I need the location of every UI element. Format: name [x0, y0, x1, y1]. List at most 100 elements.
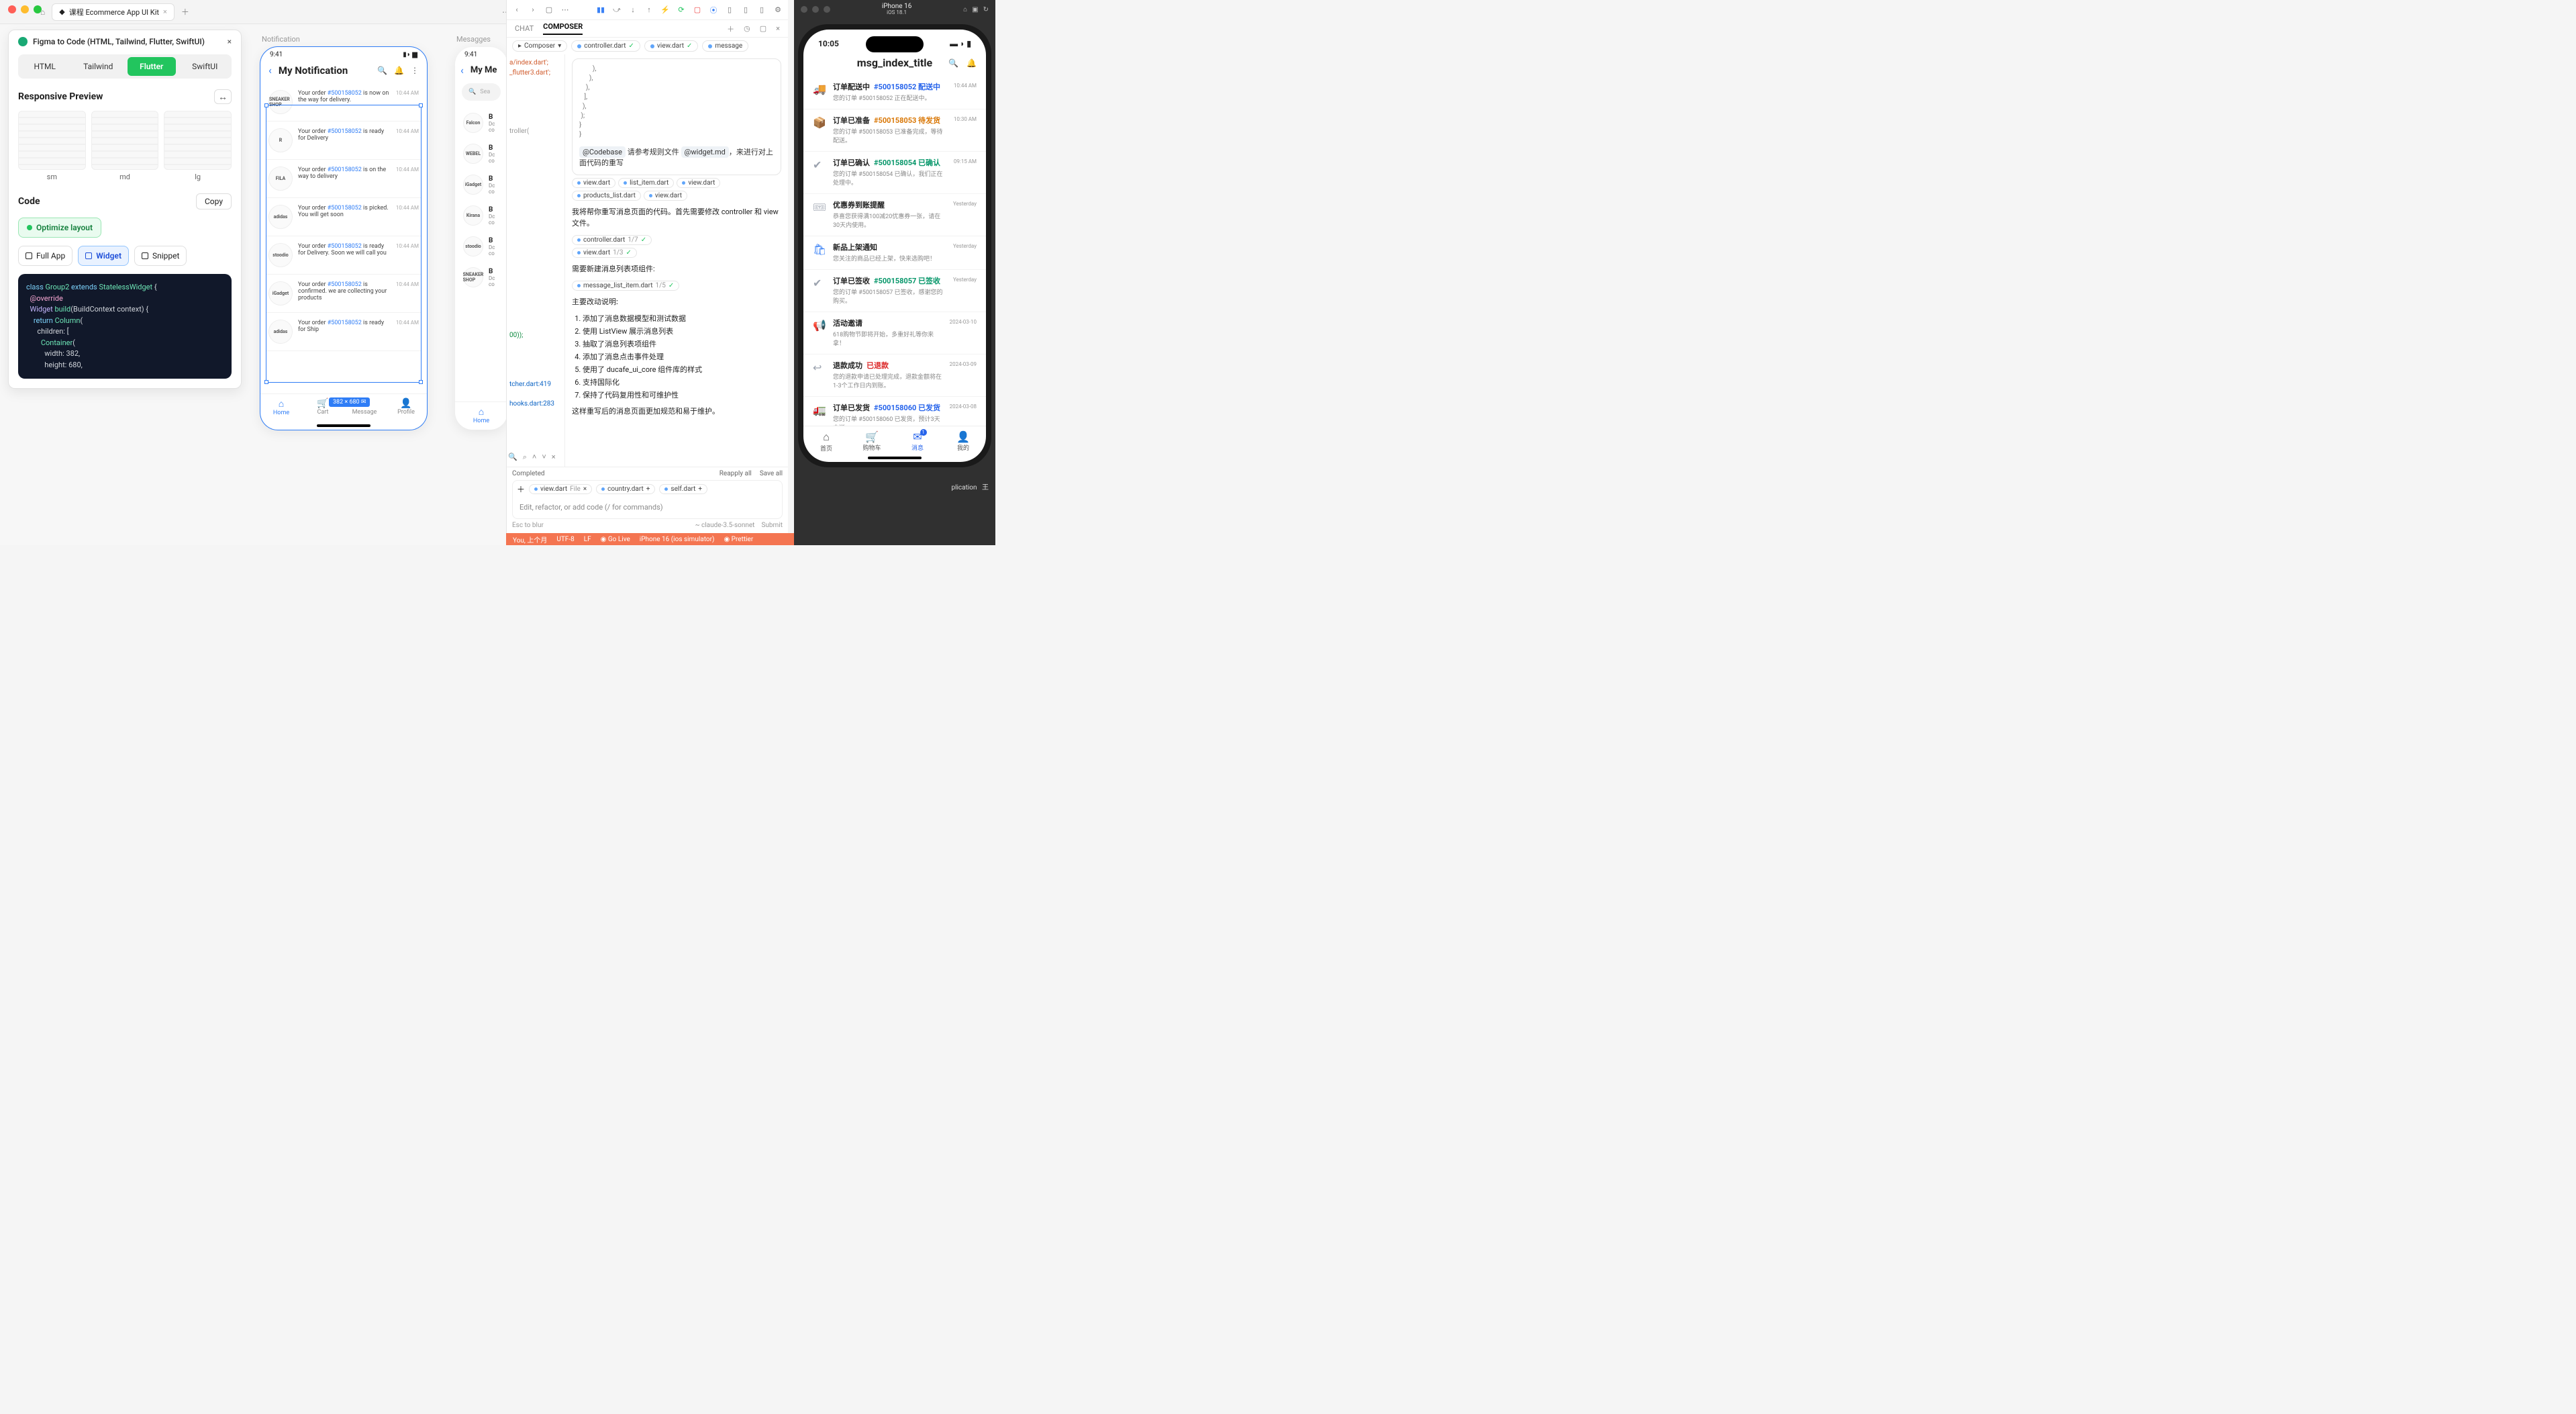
window-traffic-lights[interactable]: [8, 5, 42, 13]
model-selector[interactable]: ~ claude-3.5-sonnet: [695, 522, 755, 529]
message-item[interactable]: iGadgetBDc co: [455, 169, 507, 200]
save-all-button[interactable]: Save all: [760, 470, 783, 477]
traffic-dot[interactable]: [812, 6, 819, 13]
debug-step-over-icon[interactable]: ⤻: [612, 5, 622, 15]
search-icon[interactable]: 🔍: [508, 453, 517, 462]
nav-home[interactable]: ⌂首页: [803, 430, 849, 453]
case-icon[interactable]: ⌕: [523, 453, 527, 462]
sidebar-icon[interactable]: ▢: [544, 5, 554, 14]
zoom-dot[interactable]: [34, 5, 42, 13]
tab-composer[interactable]: COMPOSER: [543, 22, 583, 35]
status-golive[interactable]: ◉ Go Live: [601, 536, 630, 543]
back-icon[interactable]: ‹: [460, 64, 464, 77]
sim-message-item[interactable]: 🛍新品上架通知您关注的商品已经上架，快来选购吧！Yesterday: [803, 236, 986, 270]
file-chip[interactable]: products_list.dart: [572, 191, 641, 201]
sim-message-item[interactable]: 📢活动邀请618购物节即将开始，多重好礼等你来拿！2024-03-10: [803, 312, 986, 355]
lang-tab-html[interactable]: HTML: [21, 57, 69, 76]
mention-widget[interactable]: @widget.md: [681, 146, 729, 158]
preview-md[interactable]: md: [91, 111, 159, 181]
preview-sm[interactable]: sm: [18, 111, 86, 181]
scope-widget[interactable]: Widget: [78, 246, 129, 266]
design-frame-notification[interactable]: 9:41▮◗ ▆ ‹ My Notification 🔍 🔔 ⋮ SNEAKER…: [260, 47, 427, 430]
more-icon[interactable]: ⋮: [411, 66, 419, 75]
plus-icon[interactable]: ＋: [727, 23, 734, 34]
debug-stop-icon[interactable]: ▢: [693, 5, 702, 14]
gear-icon[interactable]: ⚙: [773, 5, 783, 14]
composer-input[interactable]: Edit, refactor, or add code (/ for comma…: [517, 499, 778, 516]
file-step-chip[interactable]: controller.dart 1/7 ✓: [572, 235, 652, 245]
lang-tab-tailwind[interactable]: Tailwind: [75, 57, 123, 76]
nav-me[interactable]: 👤我的: [940, 430, 986, 453]
copy-button[interactable]: Copy: [196, 193, 232, 209]
message-item[interactable]: stoodioBDc co: [455, 231, 507, 262]
message-item[interactable]: KiranaBDc co: [455, 200, 507, 231]
sim-message-item[interactable]: 📦订单已准备#500158053 待发货您的订单 #500158053 已准备完…: [803, 109, 986, 152]
devtools-icon[interactable]: ⦿: [709, 5, 718, 15]
status-git[interactable]: You, 上个月: [513, 534, 547, 545]
debug-restart-icon[interactable]: ⚡: [660, 5, 670, 14]
nav-home[interactable]: ⌂Home: [455, 406, 507, 424]
nav-fwd-icon[interactable]: ›: [528, 5, 538, 14]
minimize-dot[interactable]: [21, 5, 29, 13]
search-icon[interactable]: 🔍: [377, 66, 387, 75]
file-chip[interactable]: controller.dart✓: [571, 40, 640, 52]
plus-icon[interactable]: +: [646, 485, 650, 493]
scope-full-app[interactable]: Full App: [18, 246, 72, 266]
bell-icon[interactable]: 🔔: [394, 66, 404, 75]
sim-message-item[interactable]: 🚚订单配送中#500158052 配送中您的订单 #500158052 正在配送…: [803, 76, 986, 109]
sim-message-item[interactable]: ✔订单已签收#500158057 已签收您的订单 #500158057 已签收，…: [803, 270, 986, 312]
home-indicator[interactable]: [868, 457, 922, 459]
file-chip[interactable]: view.dart File ×: [529, 484, 592, 494]
debug-step-out-icon[interactable]: ↑: [644, 5, 654, 14]
close-icon[interactable]: ×: [163, 7, 167, 16]
close-dot[interactable]: [8, 5, 16, 13]
debug-step-in-icon[interactable]: ↓: [628, 5, 638, 14]
submit-button[interactable]: Submit: [761, 522, 783, 529]
chevron-down-icon[interactable]: ▾: [558, 42, 561, 50]
status-eol[interactable]: LF: [584, 536, 591, 543]
message-item[interactable]: SNEAKER SHOPBDc co: [455, 262, 507, 293]
status-prettier[interactable]: ◉ Prettier: [724, 536, 753, 543]
ai-response-column[interactable]: ), ), ), ], ), ); } } @Codebase 请参考规则文件 …: [564, 54, 788, 467]
file-chip[interactable]: message: [702, 40, 748, 52]
status-device[interactable]: iPhone 16 (ios simulator): [640, 536, 715, 543]
overflow-icon[interactable]: ⋯: [560, 5, 570, 14]
chevron-down-icon[interactable]: ˅: [542, 453, 546, 462]
history-icon[interactable]: ◷: [744, 24, 750, 33]
device-screen[interactable]: 10:05 ▬ ◗ ▮ msg_index_title 🔍 🔔 🚚订单配送中#5…: [803, 30, 986, 462]
composer-chip[interactable]: ▸Composer▾: [512, 40, 567, 52]
file-chip[interactable]: view.dart✓: [644, 40, 699, 52]
file-chip[interactable]: list_item.dart: [618, 178, 674, 188]
sim-message-item[interactable]: ↩退款成功已退款您的退款申请已处理完成，退款金额将在1-3个工作日内到账。202…: [803, 355, 986, 397]
plus-icon[interactable]: +: [698, 485, 702, 493]
sim-message-item[interactable]: 🚛订单已发货#500158060 已发货您的订单 #500158060 已发货，…: [803, 397, 986, 426]
lang-tab-swiftui[interactable]: SwiftUI: [181, 57, 230, 76]
traffic-dot[interactable]: [824, 6, 830, 13]
debug-reload-icon[interactable]: ⟳: [677, 5, 686, 14]
close-icon[interactable]: ×: [583, 485, 587, 493]
mention-codebase[interactable]: @Codebase: [579, 146, 626, 158]
close-icon[interactable]: ×: [552, 453, 556, 462]
layout-3-icon[interactable]: ▯: [757, 5, 766, 14]
search-input[interactable]: 🔍Sea: [462, 83, 501, 101]
scope-snippet[interactable]: Snippet: [134, 246, 187, 266]
traffic-dot[interactable]: [801, 6, 807, 13]
file-step-chip[interactable]: view.dart 1/3 ✓: [572, 248, 637, 258]
reapply-button[interactable]: Reapply all: [720, 470, 752, 477]
message-item[interactable]: WEBELBDc co: [455, 138, 507, 169]
rotate-icon[interactable]: ↻: [983, 6, 989, 13]
optimize-layout-button[interactable]: Optimize layout: [18, 218, 101, 238]
popout-icon[interactable]: ▢: [760, 24, 766, 33]
layout-2-icon[interactable]: ▯: [741, 5, 750, 14]
preview-lg[interactable]: lg: [164, 111, 232, 181]
nav-message[interactable]: ✉1消息: [895, 430, 940, 453]
new-tab-icon[interactable]: ＋: [181, 6, 189, 17]
lang-tab-flutter[interactable]: Flutter: [128, 57, 176, 76]
sim-message-item[interactable]: ✔订单已确认#500158054 已确认您的订单 #500158054 已确认，…: [803, 152, 986, 194]
nav-cart[interactable]: 🛒购物车: [849, 430, 895, 453]
design-frame-messages[interactable]: 9:41 ‹ My Me 🔍Sea FalconBDc coWEBELBDc c…: [455, 47, 507, 430]
add-breakpoint-button[interactable]: ↔: [214, 89, 232, 104]
file-chip[interactable]: view.dart: [572, 178, 615, 188]
plus-icon[interactable]: ＋: [517, 483, 525, 495]
sim-message-item[interactable]: 🎟优惠券到账提醒恭喜您获得满100减20优惠券一张，请在30天内使用。Yeste…: [803, 194, 986, 236]
